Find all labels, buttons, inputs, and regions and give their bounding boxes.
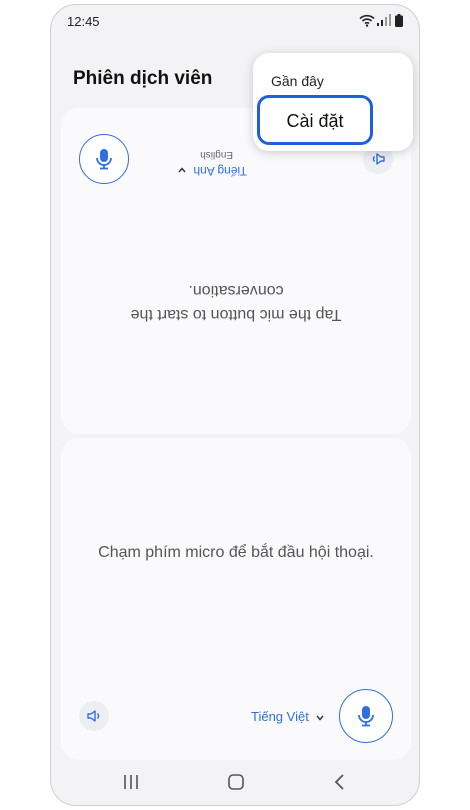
user-language-label: Tiếng Việt bbox=[251, 709, 309, 724]
chevron-down-icon bbox=[178, 167, 186, 173]
menu-item-settings-label: Cài đặt bbox=[286, 111, 344, 131]
user-prompt: Chạm phím micro để bắt đầu hội thoại. bbox=[98, 544, 374, 561]
partner-panel: Tiếng Anh English Tap the mic button to … bbox=[61, 108, 411, 434]
partner-mic-button[interactable] bbox=[79, 134, 129, 184]
partner-prompt: Tap the mic button to start the conversa… bbox=[130, 282, 342, 323]
status-bar: 12:45 bbox=[51, 5, 419, 39]
phone-screen: 12:45 Phiên dịch viên Tiếng Anh English … bbox=[50, 4, 420, 806]
user-language-selector[interactable]: Tiếng Việt bbox=[251, 709, 324, 724]
mic-icon bbox=[96, 149, 112, 170]
status-time: 12:45 bbox=[67, 14, 100, 29]
mic-icon bbox=[358, 706, 374, 727]
partner-language-selector[interactable]: Tiếng Anh English bbox=[147, 142, 247, 178]
home-icon[interactable] bbox=[227, 773, 245, 791]
menu-item-settings[interactable]: Cài đặt bbox=[257, 95, 373, 145]
navigation-bar bbox=[51, 761, 419, 805]
overflow-menu: Gần đây Cài đặt bbox=[253, 53, 413, 151]
user-panel: Chạm phím micro để bắt đầu hội thoại. Ti… bbox=[61, 438, 411, 760]
wifi-icon bbox=[359, 14, 375, 27]
page-title: Phiên dịch viên bbox=[73, 68, 213, 89]
speaker-icon bbox=[372, 153, 385, 165]
status-icons bbox=[359, 14, 405, 28]
speaker-icon bbox=[87, 710, 100, 722]
user-speaker-button[interactable] bbox=[79, 701, 109, 731]
signal-icon bbox=[377, 14, 391, 26]
recents-icon[interactable] bbox=[123, 773, 139, 791]
partner-language-label: Tiếng Anh bbox=[193, 164, 247, 178]
partner-language-sublabel: English bbox=[200, 149, 233, 160]
menu-item-recent[interactable]: Gần đây bbox=[271, 73, 324, 89]
chevron-down-icon bbox=[316, 715, 324, 721]
back-icon[interactable] bbox=[333, 773, 345, 791]
battery-icon bbox=[395, 14, 403, 27]
user-mic-button[interactable] bbox=[339, 689, 393, 743]
